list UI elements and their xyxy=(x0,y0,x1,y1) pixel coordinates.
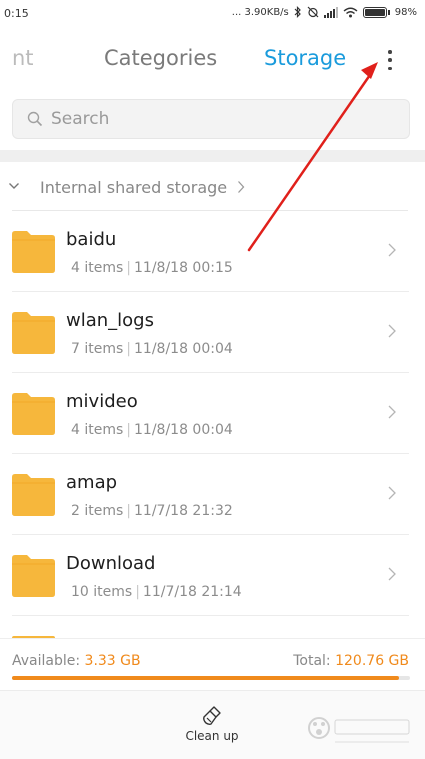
file-meta: 4 items | 11/8/18 00:04 xyxy=(71,422,233,438)
meta-separator: | xyxy=(126,503,131,519)
battery-nub xyxy=(387,9,390,15)
folder-icon xyxy=(12,231,55,273)
breadcrumb-label[interactable]: Internal shared storage xyxy=(40,178,227,197)
search-input[interactable] xyxy=(51,100,391,138)
search-icon xyxy=(27,111,43,127)
modified-date: 11/7/18 21:32 xyxy=(134,503,233,519)
chevron-right-icon xyxy=(388,567,396,581)
item-count: 2 items xyxy=(71,503,124,519)
section-divider xyxy=(0,150,425,162)
clean-up-button[interactable]: Clean up xyxy=(181,705,243,743)
meta-separator: | xyxy=(126,260,131,276)
chevron-right-icon xyxy=(388,486,396,500)
total-label: Total: xyxy=(293,653,331,669)
list-item[interactable]: wlan_logs 7 items | 11/8/18 00:04 xyxy=(0,292,425,373)
modified-date: 11/8/18 00:04 xyxy=(134,341,233,357)
file-name: wlan_logs xyxy=(66,310,154,331)
list-item[interactable]: mivideo 4 items | 11/8/18 00:04 xyxy=(0,373,425,454)
wifi-icon xyxy=(343,7,358,17)
list-item[interactable]: amap 2 items | 11/7/18 21:32 xyxy=(0,454,425,535)
status-bar: 0:15 ... 3.90KB/s 98% xyxy=(0,0,425,28)
item-count: 4 items xyxy=(71,260,124,276)
file-meta: 7 items | 11/8/18 00:04 xyxy=(71,341,233,357)
file-name: Download xyxy=(66,553,156,574)
clean-up-label: Clean up xyxy=(185,729,239,743)
folder-icon xyxy=(12,474,55,516)
available-space: Available: 3.33 GB xyxy=(12,653,141,669)
file-name: mivideo xyxy=(66,391,138,412)
chevron-right-icon xyxy=(238,181,245,193)
watermark-logo xyxy=(308,717,410,743)
signal-icon xyxy=(323,6,338,18)
chevron-right-icon xyxy=(388,324,396,338)
modified-date: 11/8/18 00:04 xyxy=(134,422,233,438)
chevron-right-icon xyxy=(388,405,396,419)
item-count: 7 items xyxy=(71,341,124,357)
meta-separator: | xyxy=(126,422,131,438)
search-box[interactable] xyxy=(12,99,410,139)
battery-icon xyxy=(362,6,387,18)
list-item[interactable]: baidu 4 items | 11/8/18 00:15 xyxy=(0,211,425,292)
row-divider xyxy=(12,615,409,616)
list-item[interactable]: Download 10 items | 11/7/18 21:14 xyxy=(0,535,425,616)
item-count: 4 items xyxy=(71,422,124,438)
chevron-right-icon xyxy=(388,243,396,257)
storage-summary: Available: 3.33 GB Total: 120.76 GB xyxy=(0,638,425,690)
more-options-icon[interactable] xyxy=(385,50,395,70)
battery-percent: 98% xyxy=(394,6,417,18)
status-time: 0:15 xyxy=(4,7,29,20)
bluetooth-icon xyxy=(294,6,301,18)
status-icons: ... 3.90KB/s 98% xyxy=(232,6,417,18)
broom-icon xyxy=(203,706,221,726)
network-speed: ... 3.90KB/s xyxy=(231,6,289,18)
file-meta: 2 items | 11/7/18 21:32 xyxy=(71,503,233,519)
file-name: amap xyxy=(66,472,118,493)
meta-separator: | xyxy=(126,341,131,357)
file-list: baidu 4 items | 11/8/18 00:15 wlan_logs 7 … xyxy=(0,211,425,616)
folder-icon xyxy=(12,393,55,435)
storage-usage-bar xyxy=(12,676,410,680)
tab-recent[interactable]: nt xyxy=(12,46,34,70)
available-label: Available: xyxy=(12,653,81,669)
file-meta: 10 items | 11/7/18 21:14 xyxy=(71,584,242,600)
total-value: 120.76 GB xyxy=(335,653,409,669)
tab-bar: nt Categories Storage xyxy=(0,38,425,82)
total-space: Total: 120.76 GB xyxy=(293,653,409,669)
tab-storage[interactable]: Storage xyxy=(264,46,346,70)
available-value: 3.33 GB xyxy=(84,653,141,669)
modified-date: 11/7/18 21:14 xyxy=(142,584,242,600)
meta-separator: | xyxy=(135,584,140,600)
folder-icon xyxy=(12,312,55,354)
modified-date: 11/8/18 00:15 xyxy=(134,260,233,276)
tab-categories[interactable]: Categories xyxy=(104,46,217,70)
storage-usage-fill xyxy=(12,676,399,680)
item-count: 10 items xyxy=(71,584,133,600)
file-meta: 4 items | 11/8/18 00:15 xyxy=(71,260,233,276)
alarm-off-icon xyxy=(307,6,319,18)
file-name: baidu xyxy=(66,229,117,250)
folder-icon xyxy=(12,555,55,597)
chevron-down-icon[interactable] xyxy=(8,181,20,191)
breadcrumb[interactable]: Internal shared storage xyxy=(0,170,425,204)
